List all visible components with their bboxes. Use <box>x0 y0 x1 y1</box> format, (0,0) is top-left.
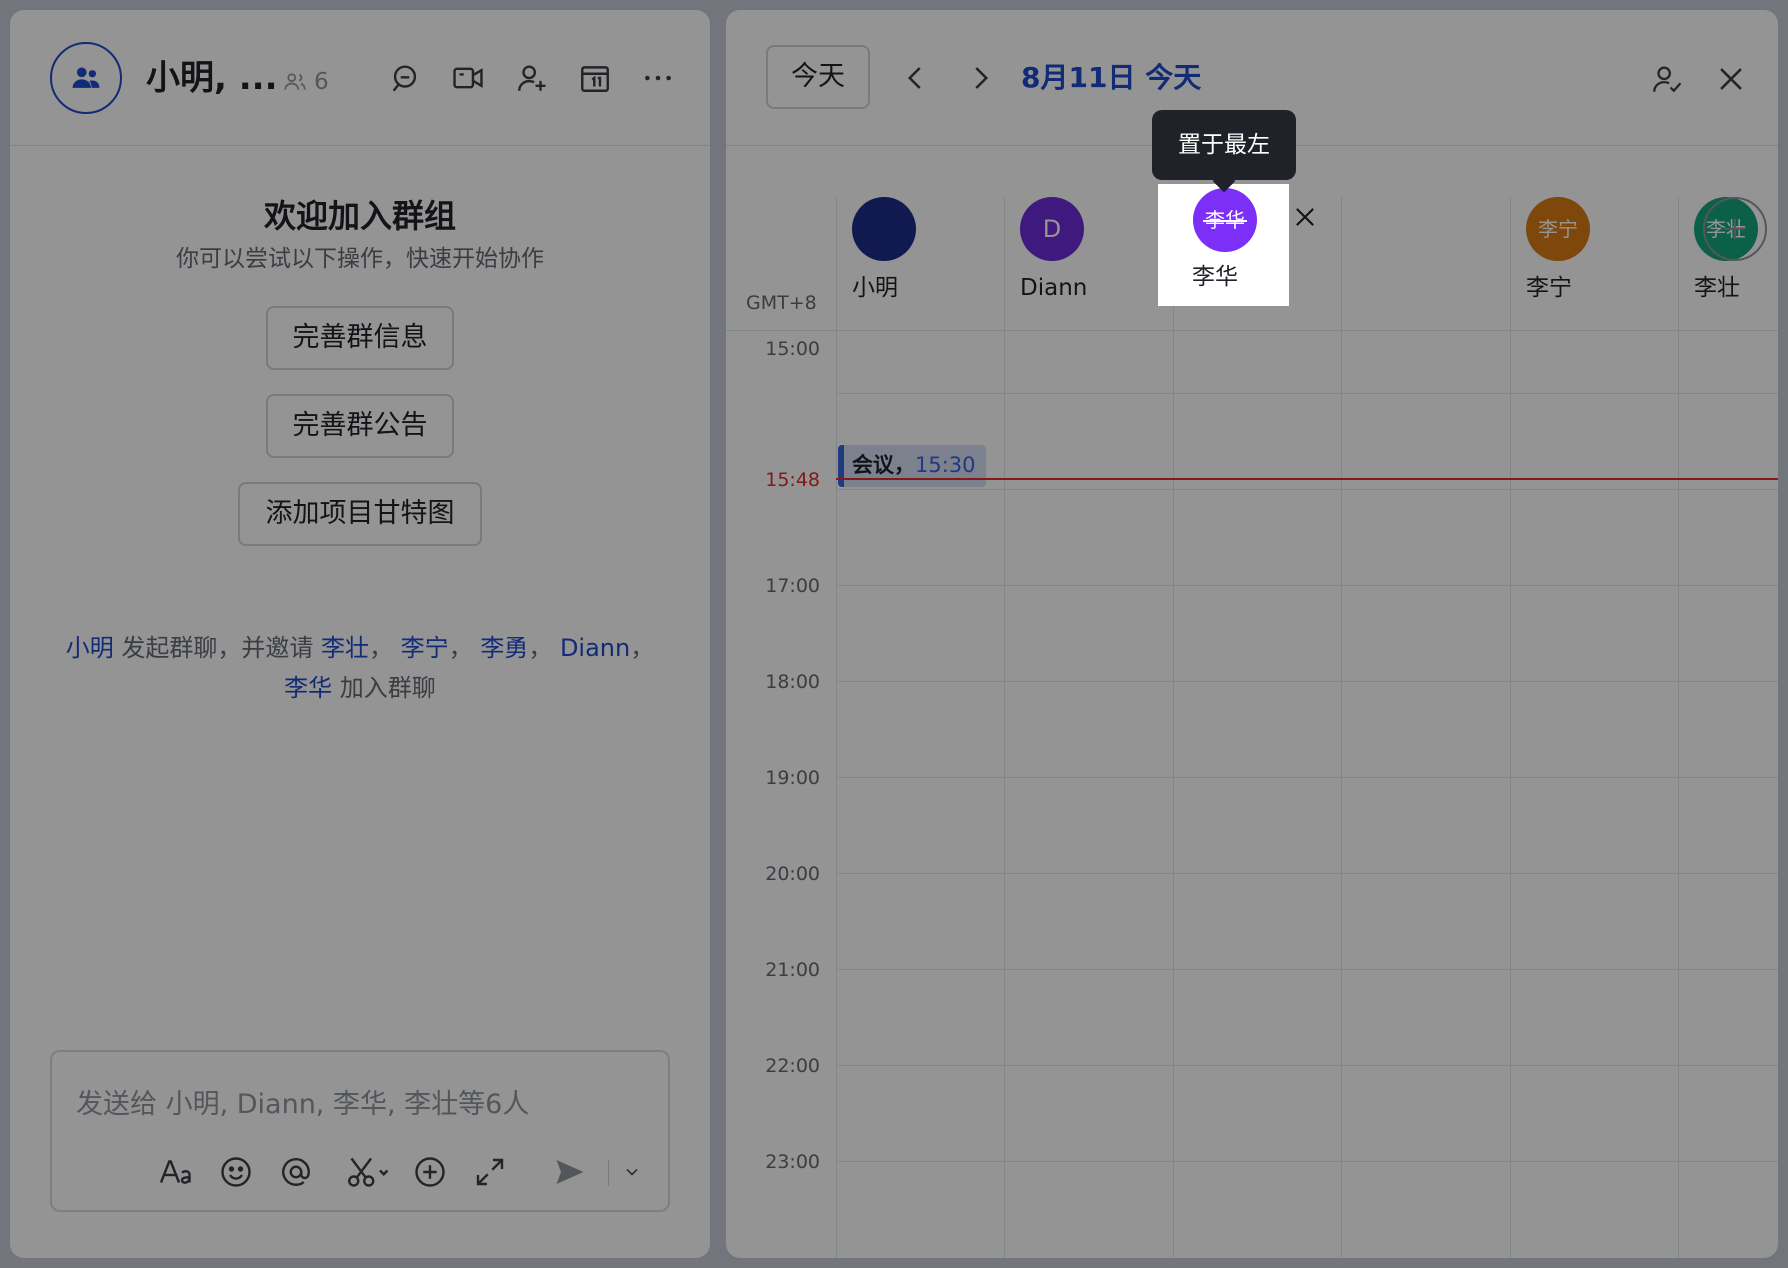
composer-placeholder[interactable]: 发送给 小明, Diann, 李华, 李壮等6人 <box>76 1088 529 1122</box>
grid-hour-line <box>836 873 1778 874</box>
text-format-icon[interactable] <box>156 1152 196 1192</box>
hour-label: 20:00 <box>765 863 820 885</box>
hour-label: 18:00 <box>765 671 820 693</box>
grid-hour-line <box>836 969 1778 970</box>
member-count-value: 6 <box>314 69 329 95</box>
emoji-icon[interactable] <box>216 1152 256 1192</box>
message-composer[interactable]: 发送给 小明, Diann, 李华, 李壮等6人 <box>50 1050 670 1212</box>
search-icon[interactable] <box>385 58 425 98</box>
date-label[interactable]: 8月11日 今天 <box>1021 58 1201 98</box>
grid-hour-line <box>836 1161 1778 1162</box>
chat-title[interactable]: 小明, ... <box>146 56 278 100</box>
screenshot-icon[interactable] <box>342 1152 394 1192</box>
attendee-name: 李宁 <box>1526 275 1572 301</box>
user-link-invitee-5[interactable]: 李华 <box>284 674 332 702</box>
grid-column-line <box>1341 197 1342 1258</box>
group-icon <box>72 67 100 88</box>
welcome-title: 欢迎加入群组 <box>263 197 456 235</box>
attendee-name: 小明 <box>852 275 898 301</box>
calendar-icon[interactable] <box>575 58 615 98</box>
grid-hour-line <box>836 585 1778 586</box>
event-title: 会议， <box>852 453 915 477</box>
expand-icon[interactable] <box>470 1152 510 1192</box>
grid-hour-line <box>836 681 1778 682</box>
attendee-lining[interactable]: 李宁 李宁 <box>1510 197 1660 317</box>
remove-attendee-icon[interactable] <box>1290 202 1320 232</box>
avatar <box>852 197 916 261</box>
send-icon[interactable] <box>550 1152 590 1192</box>
user-link-invitee-2[interactable]: 李宁 <box>401 634 449 662</box>
chat-panel: 小明, ... 6 欢迎加入群组 你可以尝试以下操作，快速开始协作 完善群信息 … <box>10 10 710 1258</box>
add-gantt-chart-button[interactable]: 添加项目甘特图 <box>238 482 482 546</box>
add-member-icon[interactable] <box>512 58 552 98</box>
hour-label: 17:00 <box>765 575 820 597</box>
user-link-invitee-1[interactable]: 李壮 <box>321 634 369 662</box>
grid-column-line <box>836 197 837 1258</box>
video-call-icon[interactable] <box>448 58 488 98</box>
current-time-line <box>836 478 1778 480</box>
grid-column-line <box>1510 197 1511 1258</box>
user-link-invitee-3[interactable]: 李勇 <box>480 634 528 662</box>
group-avatar[interactable] <box>50 42 122 114</box>
chevron-right-icon[interactable] <box>962 60 998 96</box>
hour-label: 15:00 <box>765 338 820 360</box>
grid-header-line <box>726 330 1778 331</box>
more-icon[interactable] <box>638 58 678 98</box>
attendee-diann[interactable]: D Diann <box>1004 197 1154 317</box>
user-link-starter[interactable]: 小明 <box>66 634 114 662</box>
event-time: 15:30 <box>915 453 976 477</box>
member-count[interactable]: 6 <box>282 68 329 96</box>
hour-label: 23:00 <box>765 1151 820 1173</box>
user-link-invitee-4[interactable]: Diann <box>560 634 630 662</box>
plus-icon <box>1725 219 1745 239</box>
attendee-xiaoming[interactable]: 小明 <box>836 197 986 317</box>
grid-hour-line <box>836 489 1778 490</box>
complete-group-info-button[interactable]: 完善群信息 <box>266 306 454 370</box>
mention-icon[interactable] <box>276 1152 316 1192</box>
today-button[interactable]: 今天 <box>766 45 870 109</box>
grid-column-line <box>1678 197 1679 1258</box>
add-attendee-button[interactable] <box>1703 197 1767 261</box>
attendee-name: Diann <box>1020 275 1088 301</box>
grid-column-line <box>1173 197 1174 1258</box>
system-text-started: 发起群聊，并邀请 <box>113 634 322 662</box>
members-icon <box>284 73 306 90</box>
separator: ， <box>369 634 394 662</box>
avatar: D <box>1020 197 1084 261</box>
separator: ， <box>448 634 473 662</box>
system-message: 小明 发起群聊，并邀请 李壮， 李宁， 李勇， Diann， 李华 加入群聊 <box>50 628 670 708</box>
hour-label: 19:00 <box>765 767 820 789</box>
send-divider <box>608 1160 609 1186</box>
close-icon[interactable] <box>1712 60 1750 98</box>
system-text-joined: 加入群聊 <box>332 674 436 702</box>
separator: ， <box>630 634 655 662</box>
calendar-event[interactable]: 会议，15:30 <box>838 445 986 487</box>
attendee-name: 李壮 <box>1694 275 1740 301</box>
avatar[interactable]: 李华 <box>1193 188 1257 252</box>
pin-left-tooltip[interactable]: 置于最左 <box>1152 110 1296 180</box>
attendee-name: 李华 <box>1192 264 1238 290</box>
calendar-grid: GMT+8 小明 D Diann 李宁 李宁 李壮 李壮 15:00 17:00… <box>726 147 1778 1258</box>
grid-hour-line <box>836 393 1778 394</box>
complete-group-announcement-button[interactable]: 完善群公告 <box>266 394 454 458</box>
chevron-left-icon[interactable] <box>898 60 934 96</box>
avatar: 李宁 <box>1526 197 1590 261</box>
chat-header: 小明, ... 6 <box>10 10 710 146</box>
current-time-label: 15:48 <box>765 469 820 491</box>
manage-attendees-icon[interactable] <box>1648 60 1686 98</box>
timezone-label: GMT+8 <box>746 292 817 314</box>
separator: ， <box>528 634 553 662</box>
grid-hour-line <box>836 777 1778 778</box>
grid-hour-line <box>836 1065 1778 1066</box>
add-attachment-icon[interactable] <box>410 1152 450 1192</box>
send-options-chevron-icon[interactable] <box>618 1152 646 1192</box>
hour-label: 22:00 <box>765 1055 820 1077</box>
welcome-subtitle: 你可以尝试以下操作，快速开始协作 <box>176 246 544 272</box>
grid-column-line <box>1004 197 1005 1258</box>
hour-label: 21:00 <box>765 959 820 981</box>
